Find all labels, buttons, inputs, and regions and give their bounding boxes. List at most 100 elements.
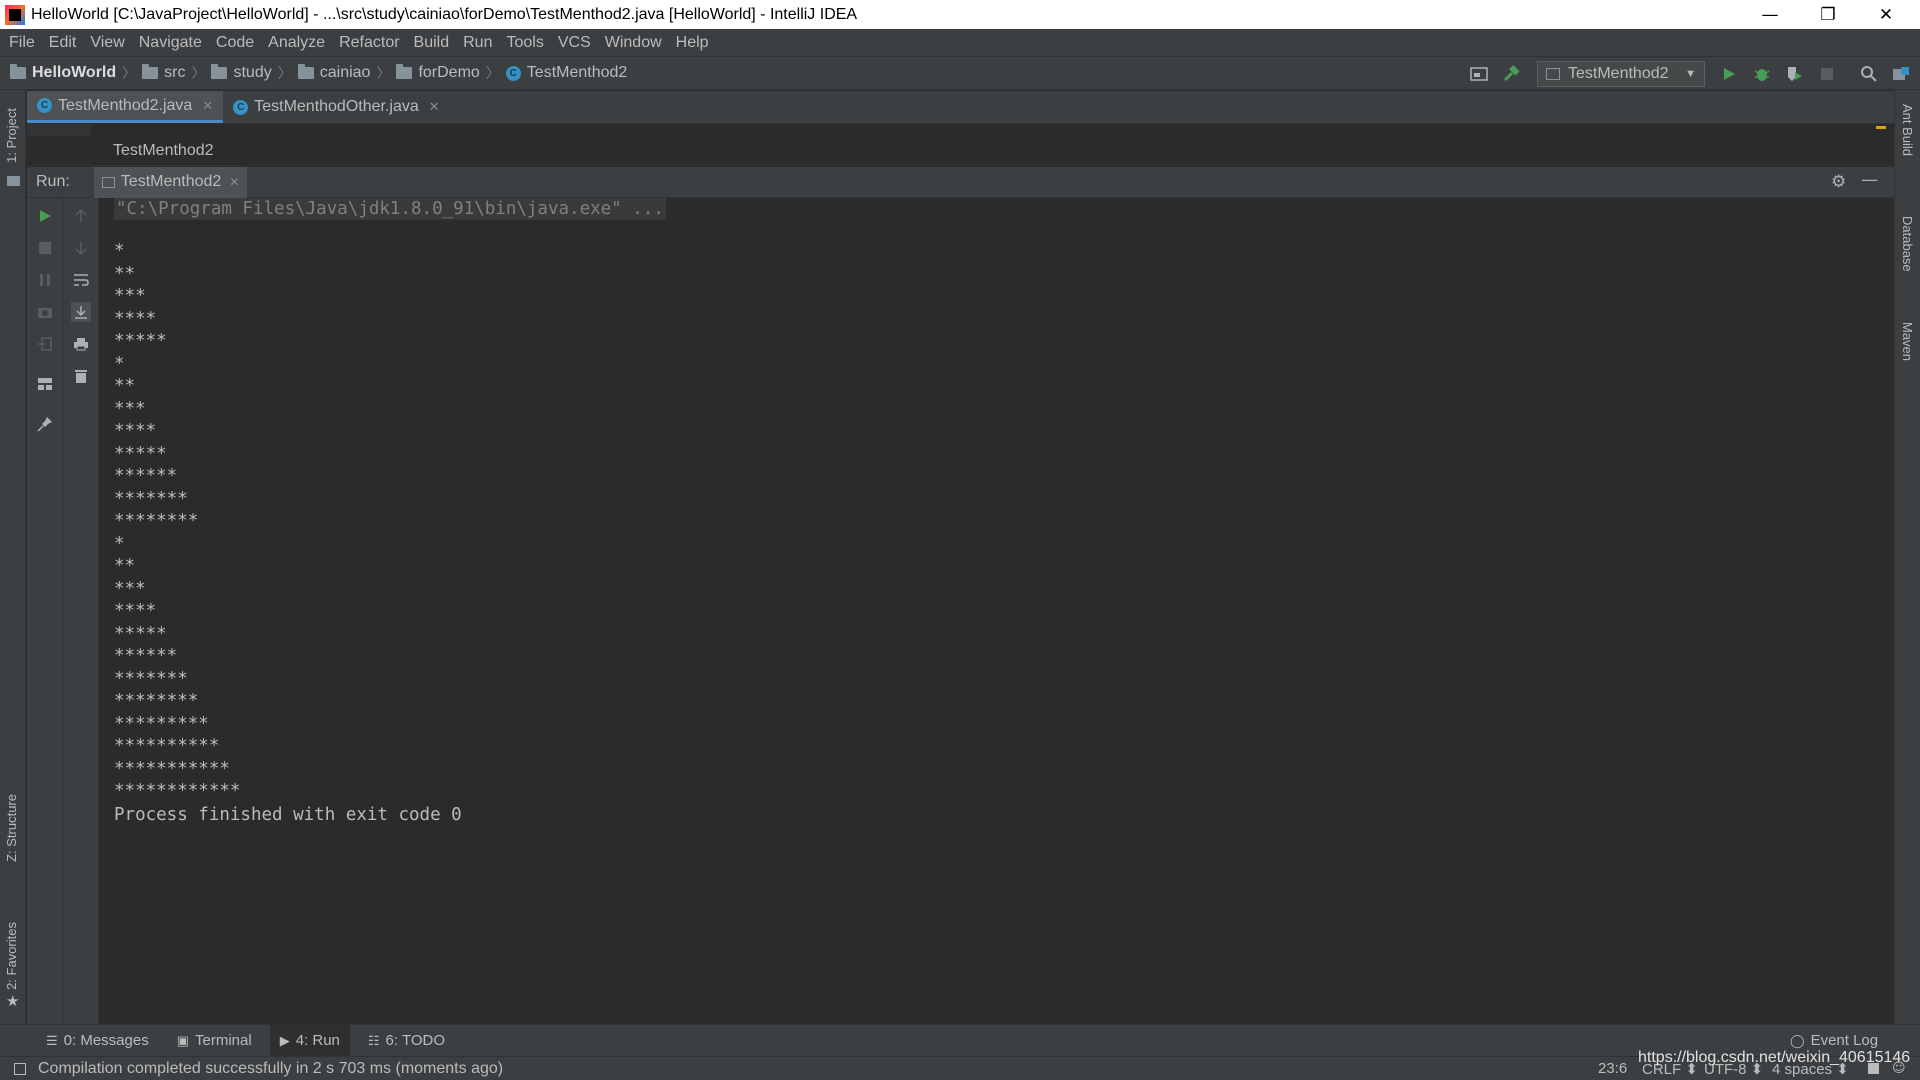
close-tab-icon[interactable]: ✕ bbox=[202, 98, 213, 114]
class-icon: C bbox=[233, 99, 249, 115]
intellij-logo-icon bbox=[5, 4, 25, 25]
menu-view[interactable]: View bbox=[83, 34, 131, 52]
breadcrumb-project[interactable]: HelloWorld bbox=[10, 64, 116, 82]
hide-panel-icon[interactable]: — bbox=[1861, 170, 1878, 190]
run-tab-testmenthod2[interactable]: TestMenthod2 ✕ bbox=[93, 166, 248, 198]
camera-icon[interactable] bbox=[35, 302, 55, 322]
event-log-icon: ◯ bbox=[1790, 1032, 1805, 1048]
star-icon: ★ bbox=[6, 992, 20, 1010]
menu-code[interactable]: Code bbox=[209, 34, 261, 52]
run-configuration-select[interactable]: TestMenthod2 ▼ bbox=[1537, 61, 1705, 87]
console-line: ************ bbox=[114, 781, 241, 801]
print-icon[interactable] bbox=[71, 334, 91, 354]
project-structure-icon[interactable] bbox=[1890, 63, 1912, 85]
pin-icon[interactable] bbox=[35, 414, 55, 434]
status-icon[interactable] bbox=[14, 1063, 26, 1075]
close-window-button[interactable]: ✕ bbox=[1857, 0, 1915, 29]
soft-wrap-icon[interactable] bbox=[71, 270, 91, 290]
menu-file[interactable]: File bbox=[2, 34, 42, 52]
pause-icon[interactable] bbox=[35, 270, 55, 290]
breadcrumb-src[interactable]: src bbox=[142, 64, 185, 82]
frame-icon[interactable] bbox=[1468, 63, 1490, 85]
rerun-icon[interactable] bbox=[35, 206, 55, 226]
layout-icon[interactable] bbox=[35, 374, 55, 394]
build-hammer-icon[interactable] bbox=[1500, 63, 1522, 85]
tab-terminal[interactable]: ▣ Terminal bbox=[167, 1025, 262, 1057]
database-tool-tab[interactable]: Database bbox=[1900, 216, 1915, 272]
console-line: ********** bbox=[114, 736, 220, 756]
stop-icon[interactable] bbox=[1816, 63, 1838, 85]
watermark: https://blog.csdn.net/weixin_40615146 bbox=[1638, 1049, 1911, 1066]
menu-vcs[interactable]: VCS bbox=[551, 34, 598, 52]
arrow-down-icon[interactable] bbox=[71, 238, 91, 258]
tab-testmenthodother[interactable]: C TestMenthodOther.java ✕ bbox=[223, 91, 449, 123]
run-icon[interactable] bbox=[1718, 63, 1740, 85]
console-line: **** bbox=[114, 421, 157, 441]
menu-help[interactable]: Help bbox=[669, 34, 716, 52]
chevron-down-icon: ▼ bbox=[1685, 68, 1696, 80]
scroll-to-end-icon[interactable] bbox=[71, 302, 91, 322]
messages-icon: ☰ bbox=[46, 1032, 58, 1048]
run-toolbar-secondary bbox=[63, 198, 99, 1024]
menu-tools[interactable]: Tools bbox=[499, 34, 550, 52]
console-line: ******** bbox=[114, 511, 199, 531]
close-tab-icon[interactable]: ✕ bbox=[429, 99, 440, 115]
console-line: **** bbox=[114, 601, 157, 621]
menu-analyze[interactable]: Analyze bbox=[261, 34, 332, 52]
bottom-tool-tabs: ☰ 0: Messages ▣ Terminal ▶ 4: Run ☷ 6: T… bbox=[0, 1024, 1920, 1057]
tab-run[interactable]: ▶ 4: Run bbox=[269, 1024, 350, 1057]
navigation-bar: HelloWorld 〉 src 〉 study 〉 cainiao 〉 for… bbox=[0, 56, 1920, 90]
console-line: *** bbox=[114, 398, 146, 419]
menu-refactor[interactable]: Refactor bbox=[332, 34, 406, 52]
project-icon bbox=[10, 64, 26, 79]
search-icon[interactable] bbox=[1858, 63, 1880, 85]
folder-icon bbox=[7, 176, 20, 186]
breadcrumb-study[interactable]: study bbox=[211, 64, 272, 82]
menu-navigate[interactable]: Navigate bbox=[132, 34, 209, 52]
minimize-button[interactable]: — bbox=[1741, 0, 1799, 29]
project-tool-tab[interactable]: 1: Project bbox=[4, 108, 19, 163]
ant-build-tool-tab[interactable]: Ant Build bbox=[1900, 104, 1915, 156]
window-title: HelloWorld [C:\JavaProject\HelloWorld] -… bbox=[31, 5, 858, 23]
breadcrumb-cainiao[interactable]: cainiao bbox=[297, 64, 370, 82]
run-config-icon bbox=[101, 176, 115, 188]
console-line: ** bbox=[114, 556, 136, 576]
code-editor[interactable] bbox=[27, 124, 1894, 136]
console-line: ***** bbox=[114, 331, 167, 351]
arrow-up-icon[interactable] bbox=[71, 206, 91, 226]
structure-tool-tab[interactable]: Z: Structure bbox=[4, 794, 19, 862]
menu-run[interactable]: Run bbox=[456, 34, 499, 52]
maximize-button[interactable]: ❐ bbox=[1799, 0, 1857, 29]
trash-icon[interactable] bbox=[71, 366, 91, 386]
favorites-tool-tab[interactable]: 2: Favorites bbox=[4, 922, 19, 990]
breadcrumb-class[interactable]: C TestMenthod2 bbox=[505, 64, 627, 82]
menu-build[interactable]: Build bbox=[407, 34, 457, 52]
menu-window[interactable]: Window bbox=[598, 34, 669, 52]
stop-icon[interactable] bbox=[35, 238, 55, 258]
folder-icon bbox=[297, 64, 314, 79]
caret-position[interactable]: 23:6 bbox=[1598, 1060, 1627, 1077]
breadcrumb-fordemo[interactable]: forDemo bbox=[396, 64, 480, 82]
menu-edit[interactable]: Edit bbox=[42, 34, 84, 52]
console-command-line[interactable]: "C:\Program Files\Java\jdk1.8.0_91\bin\j… bbox=[114, 198, 666, 220]
console-line: ****** bbox=[114, 646, 178, 666]
gear-icon[interactable]: ⚙ bbox=[1831, 172, 1846, 192]
title-bar: HelloWorld [C:\JavaProject\HelloWorld] -… bbox=[0, 0, 1920, 29]
tab-messages[interactable]: ☰ 0: Messages bbox=[36, 1025, 159, 1057]
console-line: *** bbox=[114, 286, 146, 306]
editor-gutter bbox=[27, 124, 91, 136]
chevron-right-icon: 〉 bbox=[485, 66, 500, 82]
editor-breadcrumb: TestMenthod2 bbox=[27, 136, 1894, 166]
tab-todo[interactable]: ☷ 6: TODO bbox=[358, 1025, 455, 1057]
close-tab-icon[interactable]: ✕ bbox=[229, 175, 239, 189]
tab-testmenthod2[interactable]: C TestMenthod2.java ✕ bbox=[27, 91, 224, 123]
left-tool-stripe: 1: Project Z: Structure 2: Favorites ★ bbox=[0, 90, 26, 1024]
console-output[interactable]: "C:\Program Files\Java\jdk1.8.0_91\bin\j… bbox=[100, 198, 1894, 1024]
right-tool-stripe: Ant Build Database Maven bbox=[1894, 90, 1920, 1024]
status-bar: Compilation completed successfully in 2 … bbox=[0, 1056, 1920, 1080]
maven-tool-tab[interactable]: Maven bbox=[1900, 322, 1915, 361]
debug-bug-icon[interactable] bbox=[1751, 63, 1773, 85]
coverage-icon[interactable] bbox=[1783, 63, 1805, 85]
warning-marker[interactable] bbox=[1876, 126, 1886, 129]
exit-icon[interactable] bbox=[35, 334, 55, 354]
